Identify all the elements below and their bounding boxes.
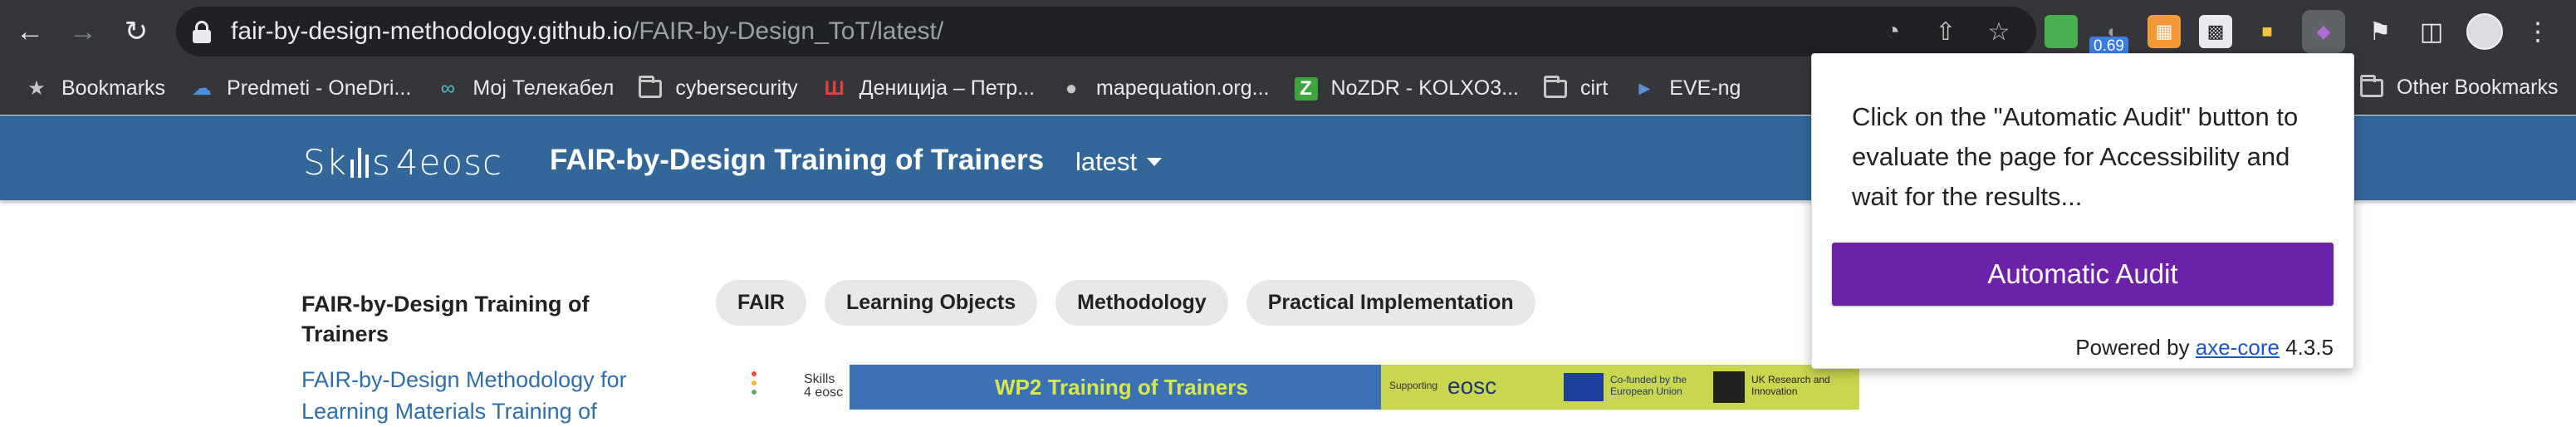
- wp2-banner-image: Skills 4 eosc WP2 Training of Trainers Su…: [717, 365, 1859, 410]
- banner-cofunded: Co-funded by the European Union: [1610, 374, 1687, 397]
- site-icon: Ш: [824, 76, 845, 100]
- bookmark-label: cybersecurity: [675, 76, 798, 100]
- bookmark-item[interactable]: ☁ Predmeti - OneDri...: [190, 76, 411, 101]
- share-icon[interactable]: ⇧: [1932, 17, 1960, 46]
- bookmark-item[interactable]: cybersecurity: [639, 75, 798, 101]
- axe-extension-icon[interactable]: ◆: [2302, 10, 2345, 53]
- infinity-icon: ∞: [440, 76, 455, 100]
- url-path: /FAIR-by-Design_ToT/latest/: [632, 17, 944, 45]
- url-text[interactable]: fair-by-design-methodology.github.io/FAI…: [231, 17, 943, 46]
- folder-icon: [2360, 74, 2383, 100]
- banner-logo: Skills 4 eosc: [717, 365, 850, 410]
- axe-extension-popup: Click on the "Automatic Audit" button to…: [1811, 53, 2354, 369]
- site-title[interactable]: FAIR-by-Design Training of Trainers: [550, 144, 1044, 177]
- version-dropdown[interactable]: latest: [1075, 147, 1163, 177]
- puzzle-icon[interactable]: ⚑: [2363, 15, 2397, 48]
- banner-heading: WP2 Training of Trainers: [995, 375, 1248, 400]
- profile-avatar[interactable]: [2466, 13, 2503, 50]
- banner-ukri: UK Research and Innovation: [1751, 374, 1830, 397]
- speed-icon[interactable]: ◔: [1878, 17, 1907, 46]
- bookmark-item[interactable]: Ш Дениција – Петр...: [823, 76, 1035, 101]
- folder-icon: [639, 75, 663, 101]
- address-bar[interactable]: fair-by-design-methodology.github.io/FAI…: [176, 7, 2036, 56]
- bookmark-item[interactable]: ★ Bookmarks: [25, 76, 165, 101]
- caret-down-icon: [1147, 158, 1163, 166]
- bookmark-item[interactable]: ● mapequation.org...: [1060, 76, 1270, 101]
- eve-icon: ▶: [1638, 80, 1651, 96]
- extension-gauge-icon[interactable]: ◐ 0.69: [2089, 15, 2129, 56]
- tag-learning-objects[interactable]: Learning Objects: [824, 280, 1038, 326]
- axe-core-link[interactable]: axe-core: [2196, 335, 2280, 360]
- bookmark-label: cirt: [1579, 76, 1609, 100]
- extension-green-icon[interactable]: [2045, 15, 2078, 48]
- other-bookmarks-label: Other Bookmarks: [2397, 76, 2559, 99]
- tag-fair[interactable]: FAIR: [716, 280, 806, 326]
- bookmark-label: Predmeti - OneDri...: [227, 76, 412, 100]
- logo-text: s: [371, 142, 391, 183]
- lock-icon[interactable]: [191, 19, 213, 44]
- qr-code-icon[interactable]: ▩: [2199, 15, 2232, 48]
- other-bookmarks[interactable]: Other Bookmarks: [2360, 74, 2559, 100]
- logo-bars-icon: [347, 146, 372, 178]
- globe-icon: ●: [1065, 76, 1078, 100]
- ukri-logo-icon: [1713, 371, 1745, 403]
- popup-message: Click on the "Automatic Audit" button to…: [1852, 102, 2299, 211]
- bookmark-label: EVE-ng: [1669, 76, 1741, 100]
- bookmark-item[interactable]: cirt: [1543, 75, 1609, 101]
- eosc-logo: eosc: [1447, 373, 1497, 399]
- bookmark-star-icon[interactable]: ☆: [1985, 17, 2013, 46]
- logo-text: Sk: [303, 142, 347, 183]
- banner-logo-line2: 4 eosc: [804, 385, 844, 400]
- version-label: latest: [1075, 147, 1138, 176]
- z-icon: Z: [1294, 76, 1318, 101]
- bookmark-label: Bookmarks: [61, 76, 166, 100]
- powered-by: Powered by axe-core 4.3.5: [2075, 335, 2334, 361]
- bookmark-item[interactable]: Z NoZDR - KOLXO3...: [1294, 76, 1519, 101]
- extension-orange-icon[interactable]: ▦: [2147, 15, 2181, 48]
- bookmark-label: mapequation.org...: [1096, 76, 1270, 100]
- folder-icon: [1543, 75, 1567, 101]
- sidebar-title: FAIR-by-Design Training of Trainers: [301, 292, 590, 346]
- banner-sponsors: Supporting eosc Co-funded by the Europea…: [1381, 365, 1859, 410]
- sidebar-link[interactable]: FAIR-by-Design Methodology for Learning …: [301, 364, 650, 427]
- tag-practical-implementation[interactable]: Practical Implementation: [1246, 280, 1535, 326]
- forward-icon[interactable]: →: [60, 8, 106, 55]
- banner-logo-line1: Skills: [804, 372, 835, 386]
- reload-icon[interactable]: ↻: [113, 8, 159, 55]
- logo-text: 4eosc: [395, 142, 503, 183]
- tag-list: FAIR Learning Objects Methodology Practi…: [716, 280, 1535, 326]
- bookmark-item[interactable]: ∞ Мој Телекабел: [436, 76, 615, 101]
- powered-version: 4.3.5: [2279, 335, 2334, 360]
- folder-extension-icon[interactable]: ■: [2250, 15, 2284, 48]
- bookmark-label: Дениција – Петр...: [859, 76, 1036, 100]
- side-panel-icon[interactable]: ◫: [2415, 15, 2448, 48]
- automatic-audit-button[interactable]: Automatic Audit: [1832, 243, 2334, 306]
- bookmark-item[interactable]: ▶ EVE-ng: [1633, 76, 1741, 101]
- bookmark-label: Мој Телекабел: [473, 76, 615, 100]
- url-host: fair-by-design-methodology.github.io: [231, 17, 633, 45]
- banner-supporting: Supporting: [1389, 380, 1438, 391]
- bookmark-label: NoZDR - KOLXO3...: [1330, 76, 1519, 100]
- menu-kebab-icon[interactable]: ⋮: [2521, 15, 2554, 48]
- back-icon[interactable]: ←: [7, 8, 53, 55]
- cloud-icon: ☁: [192, 77, 213, 100]
- star-icon: ★: [27, 77, 46, 100]
- tag-methodology[interactable]: Methodology: [1055, 280, 1228, 326]
- extensions-area: ◐ 0.69 ▦ ▩ ■ ◆ ⚑ ◫ ⋮: [2045, 5, 2554, 58]
- powered-prefix: Powered by: [2075, 335, 2196, 360]
- eu-flag-icon: [1564, 373, 1604, 401]
- skills4eosc-logo[interactable]: Sk s 4eosc: [303, 142, 502, 183]
